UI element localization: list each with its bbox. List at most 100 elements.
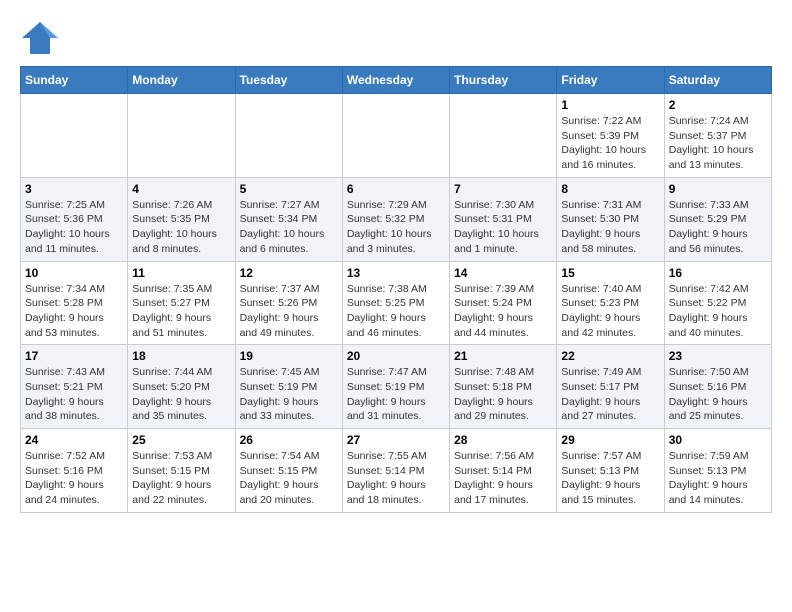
day-number: 4 (132, 182, 230, 196)
day-info: Sunrise: 7:56 AMSunset: 5:14 PMDaylight:… (454, 449, 552, 508)
calendar-cell: 6 Sunrise: 7:29 AMSunset: 5:32 PMDaylight… (342, 177, 449, 261)
weekday-header: Wednesday (342, 67, 449, 94)
logo-icon (20, 20, 60, 56)
calendar-cell (342, 94, 449, 178)
day-info: Sunrise: 7:50 AMSunset: 5:16 PMDaylight:… (669, 365, 767, 424)
calendar-week-row: 17 Sunrise: 7:43 AMSunset: 5:21 PMDayligh… (21, 345, 772, 429)
day-info: Sunrise: 7:34 AMSunset: 5:28 PMDaylight:… (25, 282, 123, 341)
weekday-header: Sunday (21, 67, 128, 94)
calendar-cell: 1Sunrise: 7:22 AMSunset: 5:39 PMDaylight… (557, 94, 664, 178)
calendar-cell: 2 Sunrise: 7:24 AMSunset: 5:37 PMDaylight… (664, 94, 771, 178)
day-number: 15 (561, 266, 659, 280)
calendar-cell: 15 Sunrise: 7:40 AMSunset: 5:23 PMDayligh… (557, 261, 664, 345)
day-number: 12 (240, 266, 338, 280)
day-number: 8 (561, 182, 659, 196)
day-number: 17 (25, 349, 123, 363)
calendar-cell: 16 Sunrise: 7:42 AMSunset: 5:22 PMDayligh… (664, 261, 771, 345)
calendar-week-row: 1Sunrise: 7:22 AMSunset: 5:39 PMDaylight… (21, 94, 772, 178)
day-info: Sunrise: 7:26 AMSunset: 5:35 PMDaylight:… (132, 198, 230, 257)
calendar-cell: 19Sunrise: 7:45 AMSunset: 5:19 PMDayligh… (235, 345, 342, 429)
calendar-cell: 30 Sunrise: 7:59 AMSunset: 5:13 PMDayligh… (664, 429, 771, 513)
calendar-week-row: 24 Sunrise: 7:52 AMSunset: 5:16 PMDayligh… (21, 429, 772, 513)
calendar-cell: 20Sunrise: 7:47 AMSunset: 5:19 PMDayligh… (342, 345, 449, 429)
day-number: 7 (454, 182, 552, 196)
calendar-cell: 26 Sunrise: 7:54 AMSunset: 5:15 PMDayligh… (235, 429, 342, 513)
calendar-cell: 13 Sunrise: 7:38 AMSunset: 5:25 PMDayligh… (342, 261, 449, 345)
day-info: Sunrise: 7:31 AMSunset: 5:30 PMDaylight:… (561, 198, 659, 257)
calendar-cell: 18 Sunrise: 7:44 AMSunset: 5:20 PMDayligh… (128, 345, 235, 429)
calendar-cell: 11 Sunrise: 7:35 AMSunset: 5:27 PMDayligh… (128, 261, 235, 345)
day-info: Sunrise: 7:47 AMSunset: 5:19 PMDaylight:… (347, 365, 445, 424)
calendar-cell: 9 Sunrise: 7:33 AMSunset: 5:29 PMDaylight… (664, 177, 771, 261)
day-info: Sunrise: 7:53 AMSunset: 5:15 PMDaylight:… (132, 449, 230, 508)
day-info: Sunrise: 7:29 AMSunset: 5:32 PMDaylight:… (347, 198, 445, 257)
day-number: 29 (561, 433, 659, 447)
day-number: 25 (132, 433, 230, 447)
calendar-cell: 25 Sunrise: 7:53 AMSunset: 5:15 PMDayligh… (128, 429, 235, 513)
calendar-cell: 29Sunrise: 7:57 AMSunset: 5:13 PMDayligh… (557, 429, 664, 513)
calendar-cell: 4 Sunrise: 7:26 AMSunset: 5:35 PMDaylight… (128, 177, 235, 261)
day-info: Sunrise: 7:35 AMSunset: 5:27 PMDaylight:… (132, 282, 230, 341)
day-number: 9 (669, 182, 767, 196)
day-number: 26 (240, 433, 338, 447)
weekday-header: Friday (557, 67, 664, 94)
day-info: Sunrise: 7:44 AMSunset: 5:20 PMDaylight:… (132, 365, 230, 424)
weekday-header: Thursday (450, 67, 557, 94)
day-number: 11 (132, 266, 230, 280)
calendar-cell: 12 Sunrise: 7:37 AMSunset: 5:26 PMDayligh… (235, 261, 342, 345)
day-info: Sunrise: 7:38 AMSunset: 5:25 PMDaylight:… (347, 282, 445, 341)
weekday-header: Monday (128, 67, 235, 94)
calendar-week-row: 3Sunrise: 7:25 AMSunset: 5:36 PMDaylight… (21, 177, 772, 261)
day-number: 13 (347, 266, 445, 280)
day-info: Sunrise: 7:30 AMSunset: 5:31 PMDaylight:… (454, 198, 552, 257)
day-number: 18 (132, 349, 230, 363)
day-info: Sunrise: 7:55 AMSunset: 5:14 PMDaylight:… (347, 449, 445, 508)
day-number: 6 (347, 182, 445, 196)
calendar-cell: 10 Sunrise: 7:34 AMSunset: 5:28 PMDayligh… (21, 261, 128, 345)
day-number: 14 (454, 266, 552, 280)
day-info: Sunrise: 7:45 AMSunset: 5:19 PMDaylight:… (240, 365, 338, 424)
day-info: Sunrise: 7:49 AMSunset: 5:17 PMDaylight:… (561, 365, 659, 424)
day-number: 10 (25, 266, 123, 280)
calendar-cell: 3Sunrise: 7:25 AMSunset: 5:36 PMDaylight… (21, 177, 128, 261)
calendar-cell (450, 94, 557, 178)
day-info: Sunrise: 7:52 AMSunset: 5:16 PMDaylight:… (25, 449, 123, 508)
calendar-cell: 5 Sunrise: 7:27 AMSunset: 5:34 PMDaylight… (235, 177, 342, 261)
day-info: Sunrise: 7:42 AMSunset: 5:22 PMDaylight:… (669, 282, 767, 341)
day-info: Sunrise: 7:40 AMSunset: 5:23 PMDaylight:… (561, 282, 659, 341)
calendar-cell: 24 Sunrise: 7:52 AMSunset: 5:16 PMDayligh… (21, 429, 128, 513)
page-header (20, 20, 772, 56)
day-number: 24 (25, 433, 123, 447)
day-info: Sunrise: 7:39 AMSunset: 5:24 PMDaylight:… (454, 282, 552, 341)
day-info: Sunrise: 7:25 AMSunset: 5:36 PMDaylight:… (25, 198, 123, 257)
calendar-cell (128, 94, 235, 178)
calendar-cell: 7 Sunrise: 7:30 AMSunset: 5:31 PMDaylight… (450, 177, 557, 261)
day-number: 30 (669, 433, 767, 447)
weekday-header: Saturday (664, 67, 771, 94)
calendar-cell (235, 94, 342, 178)
day-info: Sunrise: 7:22 AMSunset: 5:39 PMDaylight:… (561, 114, 659, 173)
calendar-cell: 22 Sunrise: 7:49 AMSunset: 5:17 PMDayligh… (557, 345, 664, 429)
day-number: 5 (240, 182, 338, 196)
calendar-cell: 21Sunrise: 7:48 AMSunset: 5:18 PMDayligh… (450, 345, 557, 429)
day-info: Sunrise: 7:24 AMSunset: 5:37 PMDaylight:… (669, 114, 767, 173)
day-number: 22 (561, 349, 659, 363)
calendar-cell (21, 94, 128, 178)
day-number: 23 (669, 349, 767, 363)
day-info: Sunrise: 7:27 AMSunset: 5:34 PMDaylight:… (240, 198, 338, 257)
day-info: Sunrise: 7:43 AMSunset: 5:21 PMDaylight:… (25, 365, 123, 424)
day-info: Sunrise: 7:54 AMSunset: 5:15 PMDaylight:… (240, 449, 338, 508)
day-info: Sunrise: 7:33 AMSunset: 5:29 PMDaylight:… (669, 198, 767, 257)
calendar-table: SundayMondayTuesdayWednesdayThursdayFrid… (20, 66, 772, 513)
day-info: Sunrise: 7:37 AMSunset: 5:26 PMDaylight:… (240, 282, 338, 341)
day-info: Sunrise: 7:59 AMSunset: 5:13 PMDaylight:… (669, 449, 767, 508)
day-info: Sunrise: 7:48 AMSunset: 5:18 PMDaylight:… (454, 365, 552, 424)
calendar-header-row: SundayMondayTuesdayWednesdayThursdayFrid… (21, 67, 772, 94)
day-number: 2 (669, 98, 767, 112)
calendar-cell: 17 Sunrise: 7:43 AMSunset: 5:21 PMDayligh… (21, 345, 128, 429)
day-number: 27 (347, 433, 445, 447)
calendar-cell: 27 Sunrise: 7:55 AMSunset: 5:14 PMDayligh… (342, 429, 449, 513)
calendar-cell: 23 Sunrise: 7:50 AMSunset: 5:16 PMDayligh… (664, 345, 771, 429)
weekday-header: Tuesday (235, 67, 342, 94)
day-number: 16 (669, 266, 767, 280)
